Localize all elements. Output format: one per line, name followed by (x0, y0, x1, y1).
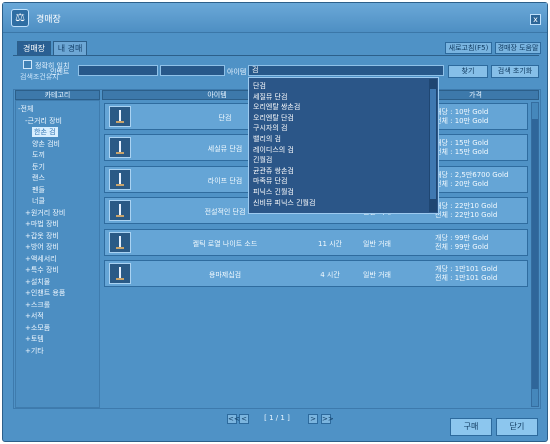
dropdown-option[interactable]: 마족뮤 단검 (253, 177, 287, 186)
item-name: 용마제십검 (208, 271, 242, 279)
auction-logo-icon: ⚖ (11, 9, 29, 27)
unit-price: 개당 : 99만 Gold (435, 234, 489, 242)
help-button[interactable]: 경매장 도움말 (495, 42, 541, 54)
level-to-input[interactable] (160, 65, 225, 76)
title-bar[interactable]: ⚖ 경매장 x (3, 3, 547, 33)
item-row[interactable]: 용마제십검 4 시간 일반 거래 개당 : 1만101 Gold 전체 : 1만101 … (104, 260, 528, 287)
category-item[interactable]: 랜스 (32, 173, 45, 183)
close-icon[interactable]: x (530, 14, 541, 25)
total-price: 전체 : 99만 Gold (435, 243, 489, 251)
sword-hilt (116, 278, 124, 280)
category-item[interactable]: 한손 검 (32, 127, 58, 137)
prev-page-button[interactable]: < (239, 414, 249, 424)
dropdown-option[interactable]: 레이디스의 검 (253, 146, 294, 155)
category-item[interactable]: +토템 (25, 334, 44, 344)
price-info: 개당 : 1만101 Gold 전체 : 1만101 Gold (435, 265, 525, 283)
sword-hilt (116, 247, 124, 249)
category-item[interactable]: +원거리 장비 (25, 208, 65, 218)
dropdown-option[interactable]: 오리엔탈 쌍손검 (253, 103, 300, 112)
category-item[interactable]: +서적 (25, 311, 44, 321)
price-info: 개당 : 2,5만6700 Gold 전체 : 20만 Gold (435, 171, 525, 189)
category-item[interactable]: 너클 (32, 196, 45, 206)
sword-hilt (116, 121, 124, 123)
reset-search-button[interactable]: 검색 초기화 (491, 65, 539, 78)
item-row[interactable]: 켈틱 로열 나이트 소드 11 시간 일반 거래 개당 : 99만 Gold 전체 : … (104, 229, 528, 256)
category-item[interactable]: +소모품 (25, 323, 50, 333)
sword-icon (109, 137, 131, 158)
item-name-dropdown[interactable]: 단검세질뮤 단검 오리엔탈 쌍손검오리엔탈 단검 구시자의 검밸리의 검레이디스의 … (248, 77, 439, 214)
category-item[interactable]: +설치물 (25, 277, 50, 287)
total-price: 전체 : 22만10 Gold (435, 211, 498, 219)
unit-price: 개당 : 2,5만6700 Gold (435, 171, 509, 179)
dropdown-option[interactable]: 구시자의 검 (253, 124, 287, 133)
tab-auction[interactable]: 경매장 (17, 41, 51, 56)
sword-icon (109, 263, 131, 284)
trade-type: 일반 거래 (363, 240, 391, 248)
unit-price: 개당 : 1만101 Gold (435, 265, 498, 273)
category-item[interactable]: +방어 장비 (25, 242, 59, 252)
category-item[interactable]: 도끼 (32, 150, 45, 160)
first-page-button[interactable]: << (227, 414, 240, 424)
unit-price: 개당 : 22만10 Gold (435, 202, 498, 210)
window-title: 경매장 (36, 15, 61, 25)
last-page-button[interactable]: >> (321, 414, 334, 424)
sword-hilt (116, 152, 124, 154)
category-item[interactable]: 둔기 (32, 162, 45, 172)
category-item[interactable]: +인챈트 용품 (25, 288, 65, 298)
total-price: 전체 : 15만 Gold (435, 148, 489, 156)
total-price: 전체 : 10만 Gold (435, 117, 489, 125)
buy-button[interactable]: 구매 (450, 418, 492, 436)
item-name-label: 아이템 (227, 68, 247, 76)
category-item[interactable]: 양손 검비 (32, 139, 60, 149)
results-scrollbar-thumb[interactable] (532, 119, 538, 389)
refresh-button[interactable]: 새로고침(F5) (445, 42, 492, 54)
unit-price: 개당 : 15만 Gold (435, 139, 489, 147)
category-item[interactable]: +기타 (25, 346, 44, 356)
total-price: 전체 : 1만101 Gold (435, 274, 498, 282)
price-info: 개당 : 10만 Gold 전체 : 10만 Gold (435, 108, 525, 126)
category-item[interactable]: +갑옷 장비 (25, 231, 59, 241)
sword-icon (109, 200, 131, 221)
item-name-input[interactable]: 검 (248, 65, 444, 76)
category-header: 카테고리 (15, 90, 100, 100)
dropdown-option[interactable]: 오리엔탈 단검 (253, 114, 294, 123)
unit-price: 개당 : 10만 Gold (435, 108, 489, 116)
price-info: 개당 : 99만 Gold 전체 : 99만 Gold (435, 234, 525, 252)
item-name: 켈틱 로열 나이트 소드 (192, 240, 258, 248)
sword-hilt (116, 215, 124, 217)
dropdown-option[interactable]: 신비뮤 피닉스 긴월검 (253, 199, 315, 208)
dropdown-option[interactable]: 균관쥬 쌍손검 (253, 167, 294, 176)
level-from-input[interactable] (78, 65, 158, 76)
dropdown-scrollbar-thumb[interactable] (430, 89, 436, 199)
page-indicator: [ 1 / 1 ] (264, 414, 290, 422)
search-button[interactable]: 찾기 (448, 65, 488, 78)
dropdown-option[interactable]: 세질뮤 단검 (253, 93, 287, 102)
dropdown-option[interactable]: 밸리의 검 (253, 135, 281, 144)
category-item[interactable]: +특수 장비 (25, 265, 59, 275)
sword-hilt (116, 184, 124, 186)
dropdown-option[interactable]: 긴월검 (253, 156, 272, 165)
sword-icon (109, 169, 131, 190)
category-item[interactable]: +스크롤 (25, 300, 50, 310)
level-label: 인벤트 (50, 68, 70, 76)
next-page-button[interactable]: > (308, 414, 318, 424)
total-price: 전체 : 20만 Gold (435, 180, 489, 188)
exact-match-checkbox[interactable] (23, 60, 32, 69)
price-info: 개당 : 15만 Gold 전체 : 15만 Gold (435, 139, 525, 157)
sword-icon (109, 232, 131, 253)
dropdown-option[interactable]: 단검 (253, 82, 266, 91)
category-item[interactable]: 펜들 (32, 185, 45, 195)
category-item[interactable]: -전체 (18, 104, 33, 114)
sword-icon (109, 106, 131, 127)
trade-type: 일반 거래 (363, 271, 391, 279)
tab-my-auction[interactable]: 내 경매 (53, 41, 87, 56)
auction-window: ⚖ 경매장 x 경매장 내 경매 새로고침(F5) 경매장 도움말 정확히 일치… (2, 2, 548, 442)
dropdown-option[interactable]: 피닉스 긴월검 (253, 188, 294, 197)
category-item[interactable]: -근거리 장비 (25, 116, 62, 126)
category-item[interactable]: +액세서리 (25, 254, 57, 264)
close-button[interactable]: 닫기 (496, 418, 538, 436)
category-item[interactable]: +마법 장비 (25, 219, 59, 229)
tab-divider (13, 55, 539, 56)
price-info: 개당 : 22만10 Gold 전체 : 22만10 Gold (435, 202, 525, 220)
